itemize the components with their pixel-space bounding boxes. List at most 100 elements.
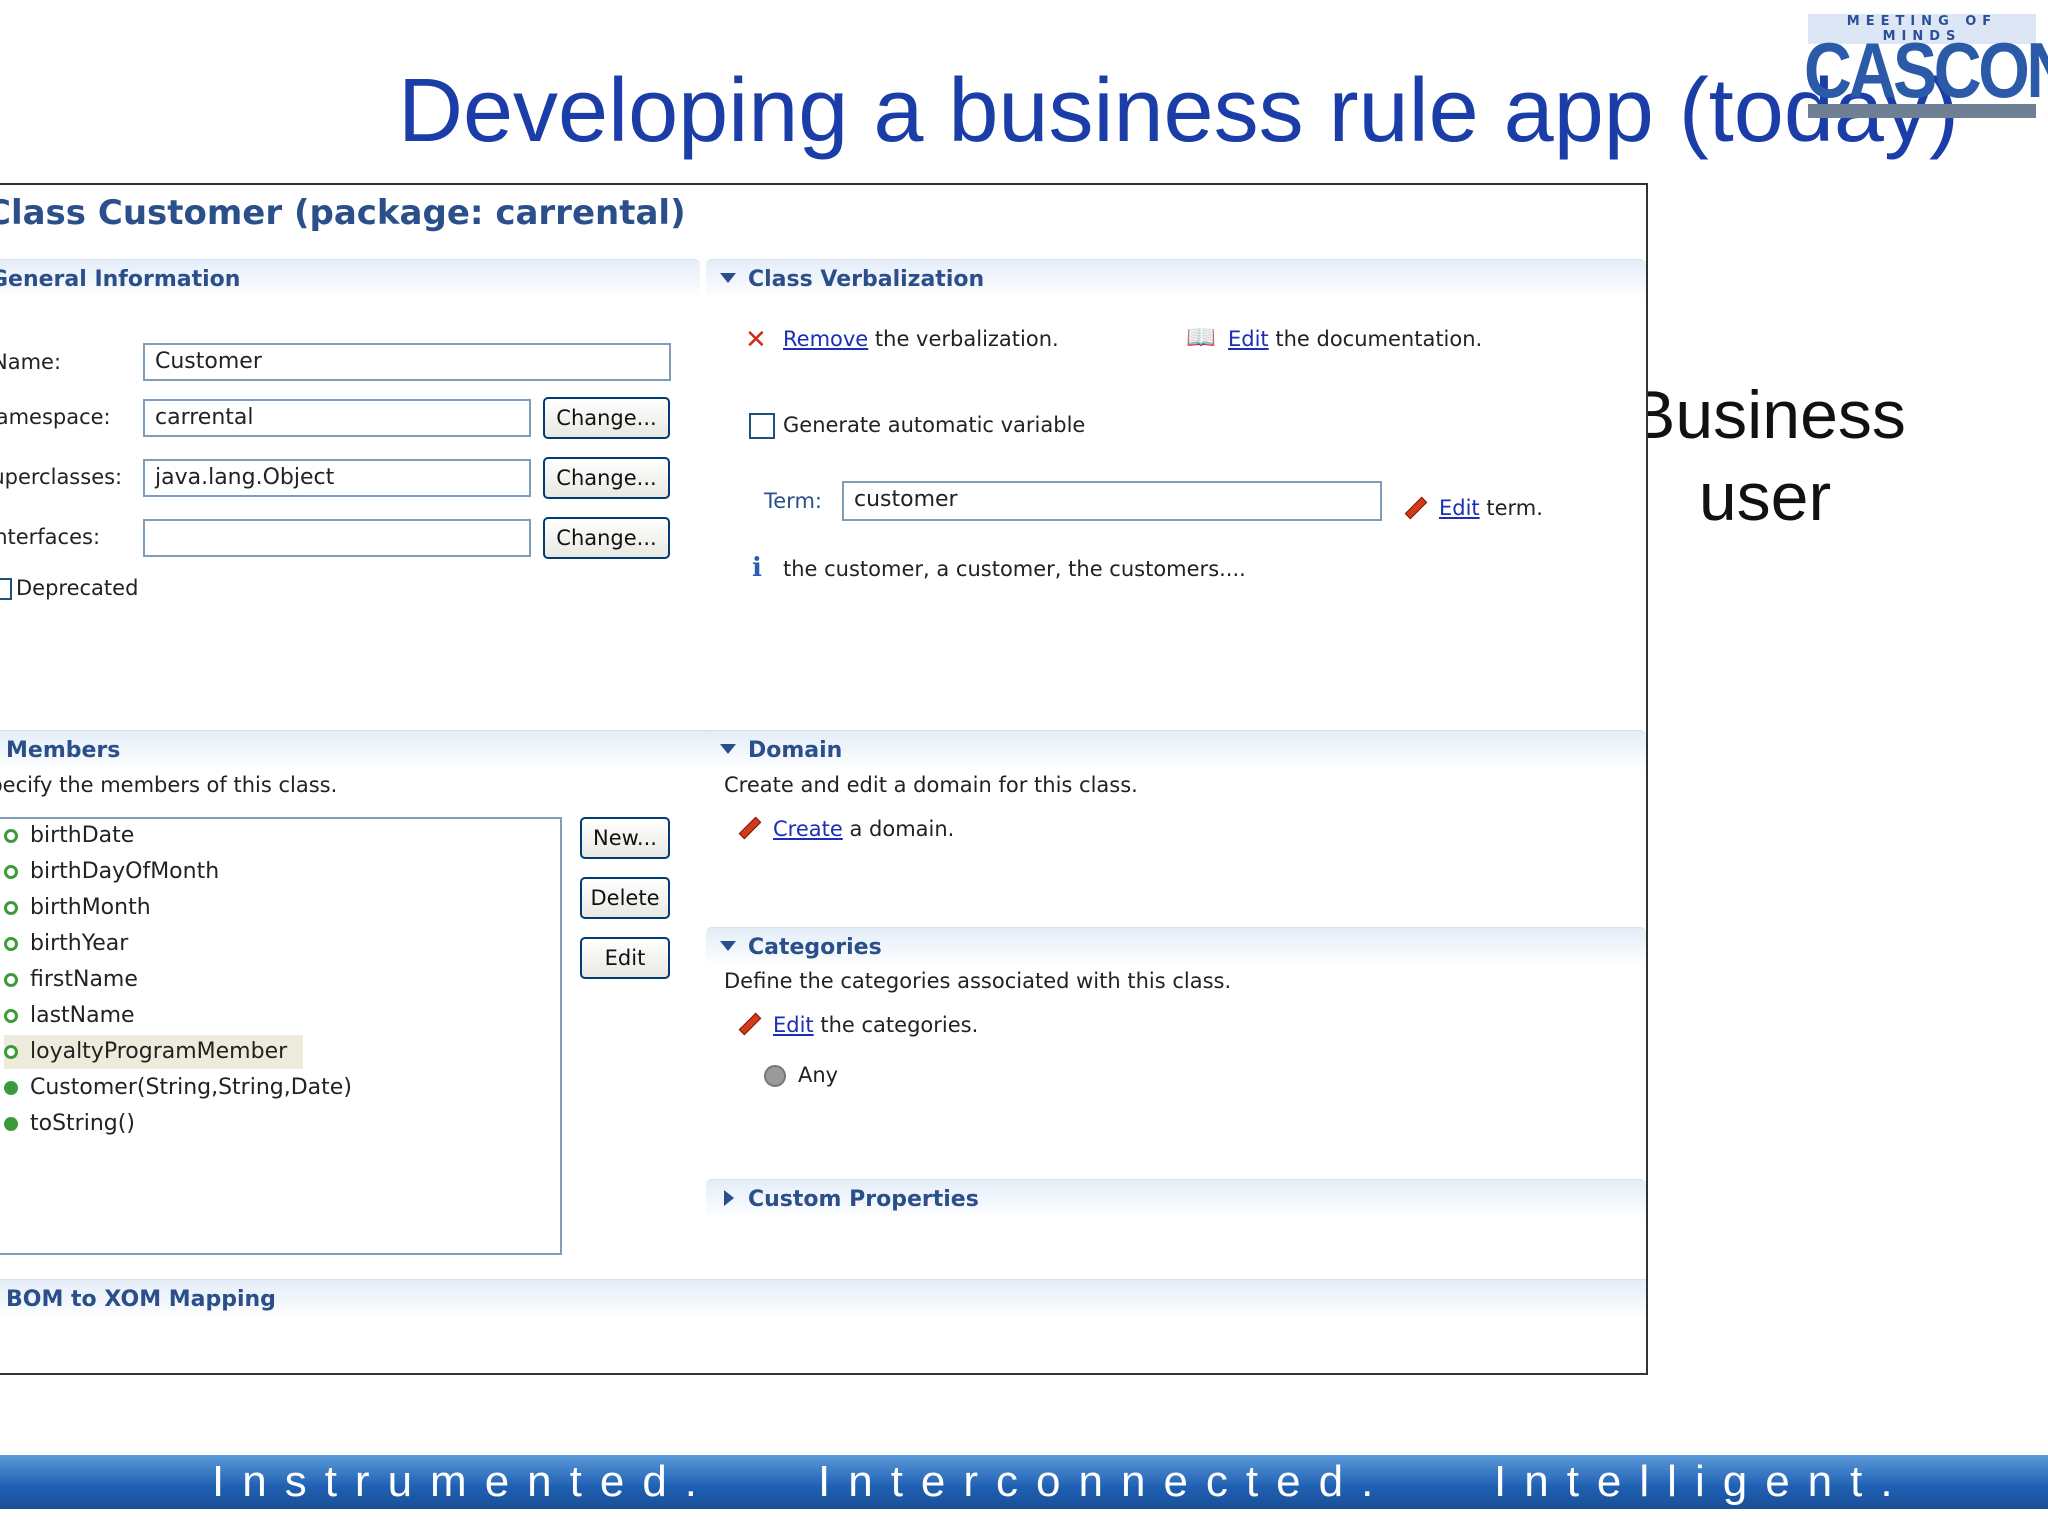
member-label: birthDate [30, 823, 135, 848]
section-categories-label: Categories [748, 935, 882, 960]
edit-categories-pencil-icon [738, 1011, 758, 1035]
collapse-triangle-icon [720, 744, 736, 754]
name-label: Name: [0, 350, 62, 374]
remove-text: the verbalization. [874, 327, 1059, 351]
new-member-button[interactable]: New... [580, 817, 670, 859]
change-interfaces-button[interactable]: Change... [543, 517, 670, 559]
slide-title: Developing a business rule app (today) [398, 61, 1959, 161]
edit-categories-text: the categories. [820, 1013, 979, 1037]
member-label: birthYear [30, 931, 129, 956]
field-icon [4, 1009, 18, 1023]
section-members-label: Members [6, 738, 121, 763]
edit-term-link[interactable]: Edit [1439, 496, 1480, 520]
side-caption: Business user [1630, 374, 1906, 538]
member-label: loyaltyProgramMember [30, 1039, 288, 1064]
members-description: Specify the members of this class. [0, 773, 338, 797]
list-item[interactable]: lastName [4, 999, 135, 1033]
field-icon [4, 1045, 18, 1059]
book-icon: 📖 [1186, 323, 1216, 351]
create-domain-pencil-icon [738, 815, 758, 839]
interfaces-field[interactable] [143, 519, 531, 557]
section-members[interactable]: Members [0, 730, 716, 771]
edit-term: Edit term. [1439, 496, 1543, 520]
list-item-selected[interactable]: loyaltyProgramMember [4, 1035, 304, 1069]
edit-member-button[interactable]: Edit [580, 937, 670, 979]
delete-member-button[interactable]: Delete [580, 877, 670, 919]
list-item[interactable]: firstName [4, 963, 138, 997]
category-bullet-icon [764, 1065, 786, 1087]
section-categories[interactable]: Categories [706, 927, 1646, 968]
section-domain[interactable]: Domain [706, 730, 1646, 771]
constructor-icon [4, 1081, 18, 1095]
section-custom-properties[interactable]: Custom Properties [706, 1179, 1646, 1220]
logo-strip [1808, 104, 2036, 118]
section-bom-label: BOM to XOM Mapping [6, 1287, 276, 1312]
section-custom-properties-label: Custom Properties [748, 1187, 979, 1212]
edit-term-pencil-icon [1404, 495, 1424, 519]
create-domain: Create a domain. [773, 817, 954, 841]
field-icon [4, 901, 18, 915]
create-domain-text: a domain. [849, 817, 955, 841]
namespace-label: Namespace: [0, 405, 111, 429]
term-label: Term: [764, 489, 822, 513]
section-class-verbalization[interactable]: Class Verbalization [706, 259, 1646, 300]
section-bom-xom-mapping[interactable]: BOM to XOM Mapping [0, 1279, 1646, 1320]
doc-text: the documentation. [1275, 327, 1483, 351]
field-icon [4, 865, 18, 879]
logo-wordmark: CASCON [1804, 26, 2048, 114]
side-caption-line2: user [1698, 459, 1832, 535]
footer-banner: Instrumented. Interconnected. Intelligen… [0, 1455, 2048, 1509]
members-list[interactable]: birthDate birthDayOfMonth birthMonth bir… [0, 817, 562, 1255]
deprecated-checkbox[interactable] [0, 578, 12, 600]
term-suffix: term. [1486, 496, 1543, 520]
auto-variable-checkbox[interactable] [749, 413, 775, 439]
edit-categories: Edit the categories. [773, 1013, 978, 1037]
list-item[interactable]: birthMonth [4, 891, 151, 925]
member-label: lastName [30, 1003, 135, 1028]
interfaces-label: Interfaces: [0, 525, 101, 549]
section-domain-label: Domain [748, 738, 843, 763]
create-domain-link[interactable]: Create [773, 817, 843, 841]
field-icon [4, 937, 18, 951]
auto-variable-label: Generate automatic variable [783, 413, 1086, 437]
list-item[interactable]: birthYear [4, 927, 128, 961]
class-editor-window: Class Customer (package: carrental) Gene… [0, 183, 1648, 1375]
list-item[interactable]: birthDayOfMonth [4, 855, 219, 889]
member-label: birthDayOfMonth [30, 859, 220, 884]
member-label: birthMonth [30, 895, 151, 920]
footer-word-1: Instrumented. [212, 1457, 716, 1506]
change-namespace-button[interactable]: Change... [543, 397, 670, 439]
list-item[interactable]: toString() [4, 1107, 135, 1141]
name-field[interactable]: Customer [143, 343, 671, 381]
info-icon: i [752, 553, 762, 583]
superclasses-label: Superclasses: [0, 465, 123, 489]
remove-link[interactable]: Remove [783, 327, 868, 351]
section-general-label: General Information [0, 267, 241, 292]
term-field[interactable]: customer [842, 481, 1382, 521]
verbalization-info-text: the customer, a customer, the customers.… [783, 557, 1246, 581]
remove-x-icon: ✕ [745, 325, 767, 355]
deprecated-label: Deprecated [16, 576, 139, 600]
footer-word-2: Interconnected. [818, 1457, 1392, 1506]
expand-triangle-icon [724, 1190, 734, 1206]
edit-documentation: Edit the documentation. [1228, 327, 1482, 351]
collapse-triangle-icon [720, 941, 736, 951]
remove-verbalization: Remove the verbalization. [783, 327, 1059, 351]
member-label: toString() [30, 1111, 135, 1136]
edit-doc-link[interactable]: Edit [1228, 327, 1269, 351]
side-caption-line1: Business [1630, 377, 1906, 453]
section-verbalization-label: Class Verbalization [748, 267, 985, 292]
superclasses-field[interactable]: java.lang.Object [143, 459, 531, 497]
field-icon [4, 973, 18, 987]
collapse-triangle-icon [720, 273, 736, 283]
list-item[interactable]: birthDate [4, 819, 134, 853]
edit-categories-link[interactable]: Edit [773, 1013, 814, 1037]
list-item[interactable]: Customer(String,String,Date) [4, 1071, 352, 1105]
domain-description: Create and edit a domain for this class. [724, 773, 1138, 797]
method-icon [4, 1117, 18, 1131]
change-superclasses-button[interactable]: Change... [543, 457, 670, 499]
section-general-information[interactable]: General Information [0, 259, 700, 300]
namespace-field[interactable]: carrental [143, 399, 531, 437]
category-any: Any [798, 1063, 839, 1087]
footer-word-3: Intelligent. [1494, 1457, 1911, 1506]
